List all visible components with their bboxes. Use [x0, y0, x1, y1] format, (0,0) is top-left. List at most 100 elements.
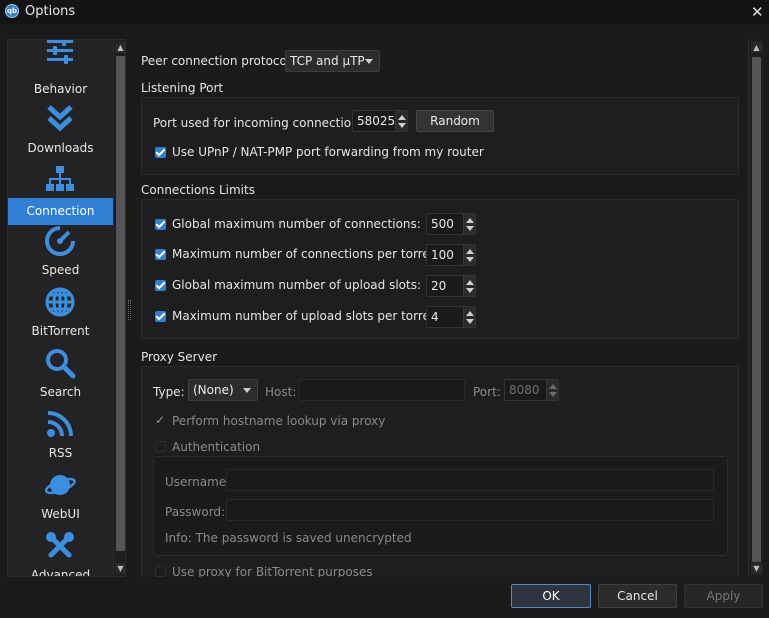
main-scroll-thumb[interactable]	[752, 57, 761, 562]
listening-port-title: Listening Port	[141, 81, 224, 95]
spin-up-icon[interactable]	[549, 384, 557, 389]
scroll-down-icon[interactable]: ▼	[115, 563, 125, 574]
username-input[interactable]	[226, 469, 714, 491]
proxy-server-group: Type: (None) Host: Port: 8080 ✓ Perform …	[141, 366, 739, 577]
spin-down-icon[interactable]	[466, 226, 474, 231]
sidebar-list: Behavior Downloads Connection Speed BitT…	[8, 40, 113, 576]
username-label: Username:	[165, 475, 231, 489]
sidebar-scrollbar[interactable]: ▲ ▼	[113, 40, 125, 576]
sidebar-item-search[interactable]: Search	[8, 345, 113, 406]
planet-icon	[44, 475, 76, 495]
port-spinbox[interactable]: 58025	[352, 110, 408, 132]
proxy-port-spinbox[interactable]: 8080	[504, 379, 559, 401]
limit-spinbox[interactable]: 20	[426, 275, 476, 297]
random-port-button[interactable]: Random	[416, 110, 494, 132]
sidebar-item-advanced[interactable]: Advanced	[8, 528, 113, 576]
spin-down-icon[interactable]	[466, 288, 474, 293]
sidebar-item-rss[interactable]: RSS	[8, 406, 113, 467]
globe-icon	[45, 287, 75, 317]
sidebar-item-speed[interactable]: Speed	[8, 223, 113, 284]
sidebar-scroll-thumb[interactable]	[116, 56, 125, 551]
spin-up-icon[interactable]	[466, 280, 474, 285]
connection-limits-title: Connections Limits	[141, 183, 255, 197]
sidebar-item-connection-selected[interactable]: Connection	[8, 198, 113, 225]
spin-buttons[interactable]	[463, 276, 475, 296]
proxy-bittorrent-label: Use proxy for BitTorrent purposes	[172, 565, 373, 577]
cancel-button[interactable]: Cancel	[598, 584, 677, 608]
title-bar: qb Options ✕	[0, 0, 769, 24]
main-scrollbar[interactable]: ▲ ▼	[748, 39, 763, 577]
authentication-checkbox[interactable]	[155, 441, 166, 452]
spin-buttons[interactable]	[546, 380, 558, 400]
limit-spinbox[interactable]: 4	[426, 306, 476, 328]
limit-value: 4	[431, 310, 439, 324]
limit-checkbox[interactable]	[155, 280, 166, 291]
spin-buttons[interactable]	[395, 111, 407, 131]
sidebar-item-label: Connection	[26, 204, 95, 218]
upnp-checkbox[interactable]	[155, 147, 166, 158]
spin-up-icon[interactable]	[466, 311, 474, 316]
proxy-type-label: Type:	[153, 385, 185, 399]
scroll-down-icon[interactable]: ▼	[751, 563, 762, 574]
limit-spinbox[interactable]: 500	[426, 213, 476, 235]
limit-value: 500	[431, 217, 454, 231]
chevron-down-icon	[243, 388, 251, 393]
sidebar-item-bittorrent[interactable]: BitTorrent	[8, 284, 113, 345]
spin-up-icon[interactable]	[466, 218, 474, 223]
spin-down-icon[interactable]	[466, 319, 474, 324]
protocol-combo[interactable]: TCP and µTP	[285, 50, 380, 72]
proxy-type-value: (None)	[193, 383, 234, 397]
sidebar-item-label: Downloads	[27, 141, 94, 155]
upnp-label: Use UPnP / NAT-PMP port forwarding from …	[172, 145, 484, 159]
password-info-label: Info: The password is saved unencrypted	[165, 531, 412, 545]
apply-button[interactable]: Apply	[684, 584, 763, 608]
sidebar-item-label: Behavior	[33, 82, 88, 96]
double-chevron-down-icon	[47, 105, 73, 132]
limit-spinbox[interactable]: 100	[426, 244, 476, 266]
tools-icon	[46, 532, 74, 558]
protocol-label: Peer connection protocol:	[141, 54, 295, 68]
options-sidebar: Behavior Downloads Connection Speed BitT…	[7, 39, 126, 577]
password-input[interactable]	[226, 499, 714, 521]
spin-down-icon[interactable]	[466, 257, 474, 262]
proxy-server-title: Proxy Server	[141, 350, 218, 364]
sidebar-item-label: WebUI	[41, 507, 80, 521]
proxy-type-combo[interactable]: (None)	[188, 379, 258, 401]
limit-checkbox[interactable]	[155, 311, 166, 322]
proxy-host-input[interactable]	[299, 379, 465, 401]
password-label: Password:	[165, 505, 226, 519]
proxy-host-label: Host:	[265, 385, 297, 399]
protocol-value: TCP and µTP	[290, 54, 365, 68]
proxy-bittorrent-checkbox[interactable]	[155, 566, 166, 577]
authentication-label: Authentication	[172, 440, 261, 454]
listening-port-group: Port used for incoming connections: 5802…	[141, 97, 739, 175]
sidebar-item-downloads[interactable]: Downloads	[8, 101, 113, 162]
app-icon: qb	[5, 4, 19, 18]
sidebar-item-behavior[interactable]: Behavior	[8, 40, 113, 101]
sidebar-item-label: Advanced	[30, 568, 91, 576]
limit-checkbox[interactable]	[155, 219, 166, 230]
spin-buttons[interactable]	[463, 307, 475, 327]
spin-up-icon[interactable]	[466, 249, 474, 254]
limit-value: 20	[431, 279, 447, 293]
limit-label: Maximum number of connections per torren…	[172, 247, 447, 261]
spin-down-icon[interactable]	[398, 123, 406, 128]
port-label: Port used for incoming connections:	[153, 116, 369, 130]
limit-checkbox[interactable]	[155, 249, 166, 260]
sidebar-item-webui[interactable]: WebUI	[8, 467, 113, 528]
authentication-group: Username: Password: Info: The password i…	[153, 456, 728, 556]
splitter-handle[interactable]	[128, 300, 131, 320]
limit-value: 100	[431, 248, 454, 262]
spin-down-icon[interactable]	[549, 392, 557, 397]
limit-label: Global maximum number of upload slots:	[172, 278, 422, 292]
proxy-port-label: Port:	[473, 385, 501, 399]
scroll-up-icon[interactable]: ▲	[115, 42, 125, 53]
spin-up-icon[interactable]	[398, 115, 406, 120]
connection-limits-group: Global maximum number of connections: 50…	[141, 199, 739, 339]
hostname-lookup-checkbox[interactable]: ✓	[155, 414, 166, 426]
close-icon[interactable]: ✕	[751, 3, 764, 21]
scroll-up-icon[interactable]: ▲	[751, 42, 762, 53]
spin-buttons[interactable]	[463, 214, 475, 234]
ok-button[interactable]: OK	[511, 584, 591, 608]
spin-buttons[interactable]	[463, 245, 475, 265]
